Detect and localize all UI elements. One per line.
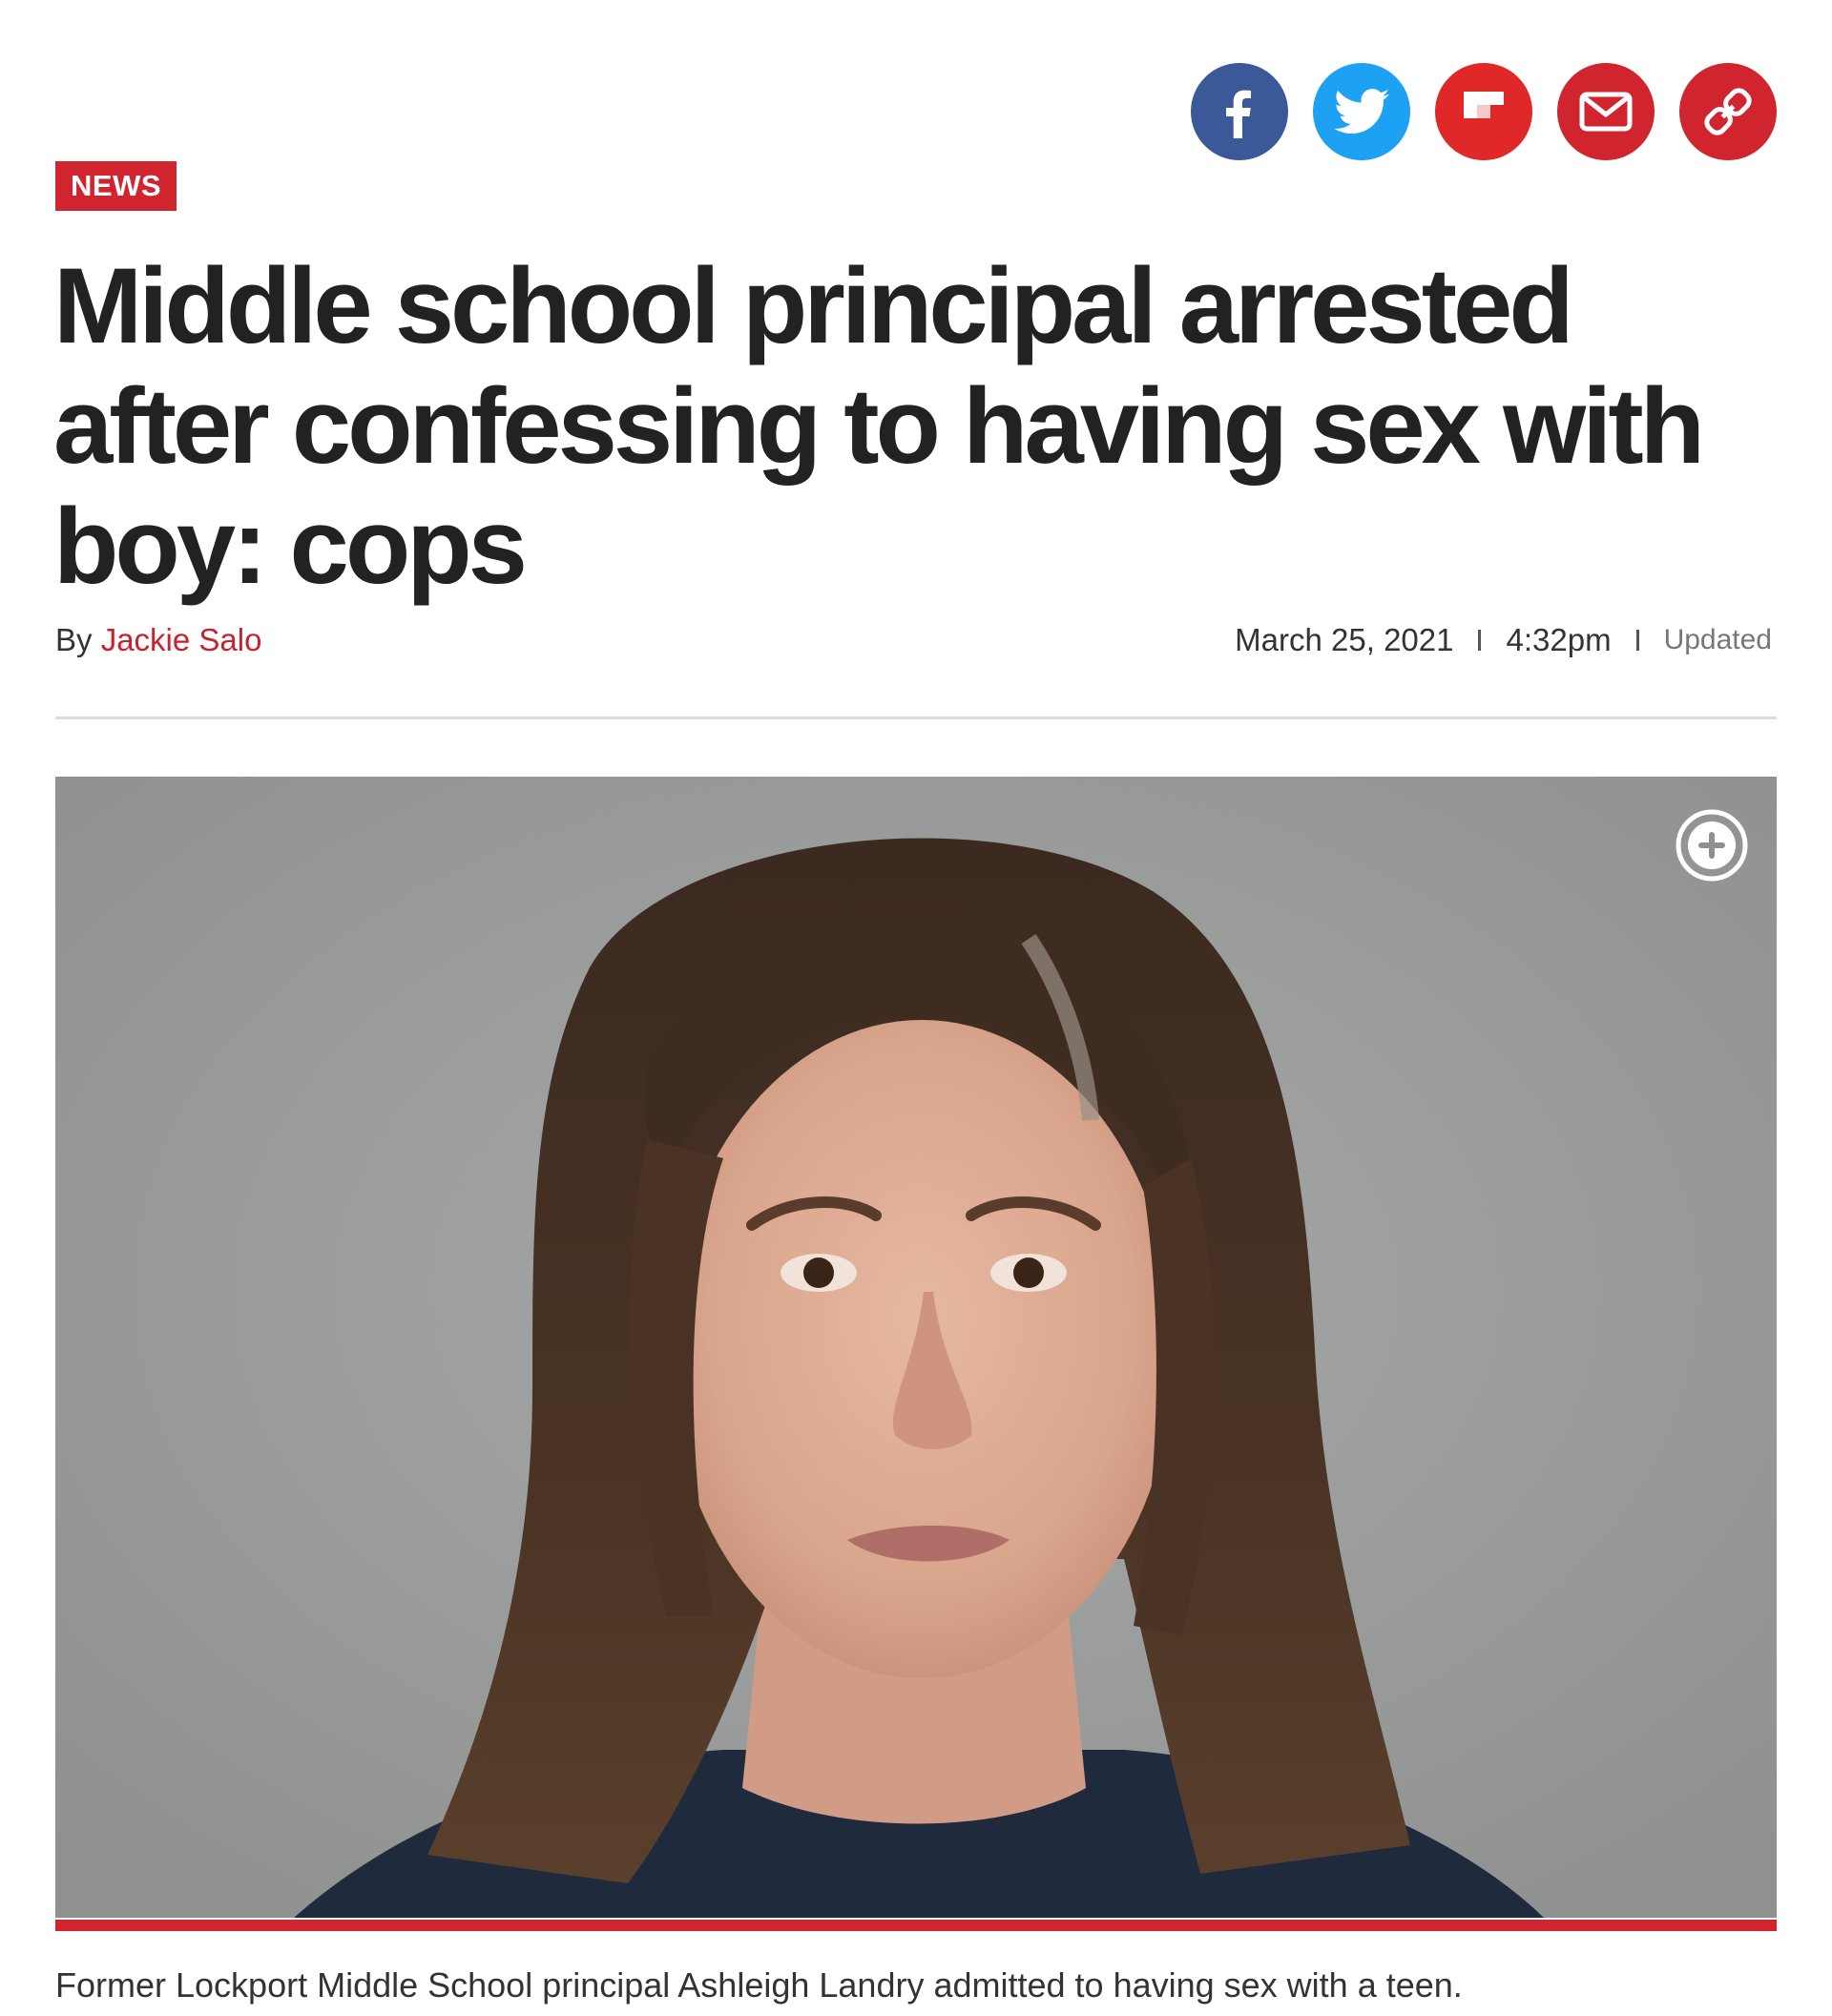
share-twitter-button[interactable] xyxy=(1313,63,1410,160)
publish-date: March 25, 2021 xyxy=(1235,622,1454,657)
share-bar xyxy=(1191,63,1777,160)
article-headline: Middle school principal arrested after c… xyxy=(53,246,1705,606)
flipboard-icon xyxy=(1464,92,1504,118)
photo-caption: Former Lockport Middle School principal … xyxy=(55,1965,1463,2005)
meta-separator xyxy=(1478,630,1482,651)
author-link[interactable]: Jackie Salo xyxy=(101,622,262,657)
photo-accent-rule xyxy=(55,1920,1777,1931)
email-icon xyxy=(1579,92,1633,132)
article-photo[interactable] xyxy=(55,777,1777,1918)
facebook-icon xyxy=(1226,90,1251,138)
link-icon xyxy=(1704,88,1752,135)
header-divider xyxy=(55,717,1777,719)
share-flipboard-button[interactable] xyxy=(1435,63,1532,160)
expand-plus-icon[interactable] xyxy=(1674,807,1750,883)
mugshot-illustration xyxy=(55,777,1777,1918)
article-meta: March 25, 2021 4:32pm Updated xyxy=(1235,622,1772,658)
updated-toggle[interactable]: Updated xyxy=(1664,624,1772,656)
share-facebook-button[interactable] xyxy=(1191,63,1288,160)
twitter-icon xyxy=(1334,89,1389,134)
byline-prefix: By xyxy=(55,622,93,657)
meta-separator xyxy=(1635,630,1639,651)
share-email-button[interactable] xyxy=(1557,63,1655,160)
publish-time: 4:32pm xyxy=(1506,622,1612,657)
byline: By Jackie Salo xyxy=(55,622,261,658)
share-link-button[interactable] xyxy=(1679,63,1777,160)
category-badge[interactable]: NEWS xyxy=(55,161,177,211)
